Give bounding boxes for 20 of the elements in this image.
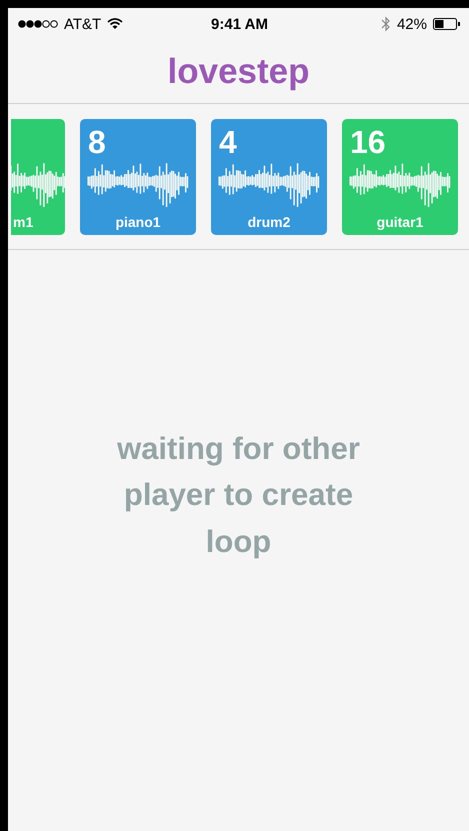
loop-name: piano1 (115, 214, 161, 230)
battery-percent: 42% (396, 16, 427, 32)
app-title: lovestep (168, 52, 310, 92)
loop-tile[interactable]: 16 guitar1 (342, 118, 458, 234)
loop-tile[interactable]: m1 (11, 118, 65, 234)
battery-icon (433, 18, 461, 30)
waiting-message: waiting for other player to create loop (116, 430, 361, 561)
clock-time: 9:41 AM (211, 16, 268, 32)
bluetooth-icon (380, 16, 391, 32)
loop-count: 4 (219, 124, 237, 160)
loop-count: 16 (350, 124, 386, 160)
loop-tile[interactable]: 4 drum2 (211, 118, 327, 234)
carrier-name: AT&T (64, 16, 102, 32)
loop-name: drum2 (248, 214, 290, 230)
loop-name: m1 (13, 214, 34, 230)
signal-icon (18, 19, 58, 29)
loop-count: 8 (88, 124, 106, 160)
loop-tile[interactable]: 8 piano1 (80, 118, 196, 234)
loop-name: guitar1 (376, 214, 424, 230)
wifi-icon (107, 18, 124, 30)
